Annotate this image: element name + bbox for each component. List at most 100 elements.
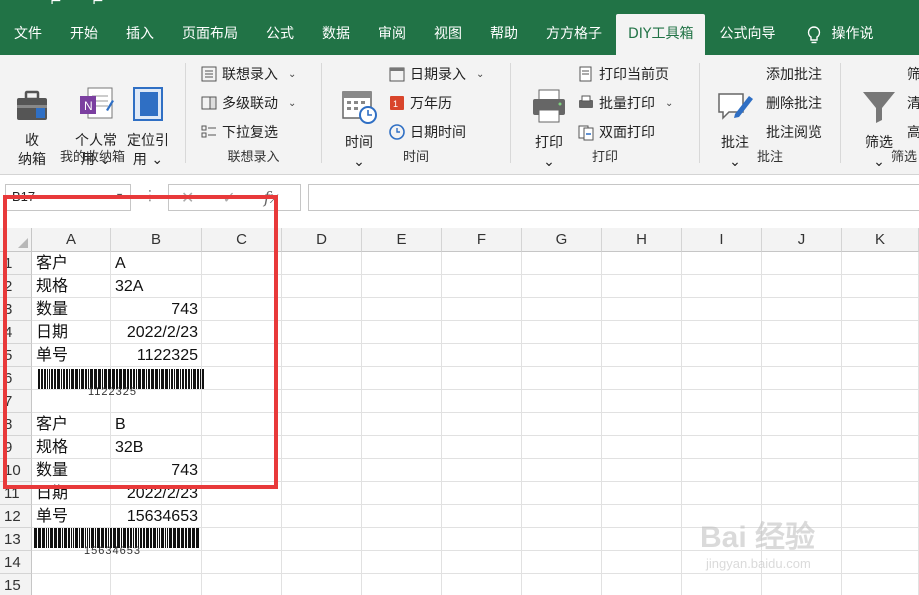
column-header-b[interactable]: B [111,228,202,252]
tab-formula-wizard[interactable]: 公式向导 [705,14,789,55]
cell-b3[interactable]: 743 [111,298,202,321]
quick-access-icon[interactable]: ⌐ [50,0,62,10]
name-box[interactable]: B17 ▼ [5,184,131,211]
cell-a4[interactable]: 日期 [32,321,111,344]
cell-a10[interactable]: 数量 [32,459,111,482]
group-label: 筛选 [891,150,918,165]
tab-data[interactable]: 数据 [308,14,364,55]
multi-link-button[interactable]: 多级联动 ⌄ [200,92,296,114]
batch-print-button[interactable]: 批量打印 ⌄ [577,92,673,114]
row-header-10[interactable]: 10 [0,459,32,482]
column-header-k[interactable]: K [842,228,919,252]
filter-sub-button-1[interactable]: 筛 [907,63,919,85]
row-header-9[interactable]: 9 [0,436,32,459]
row-header-1[interactable]: 1 [0,252,32,275]
barcode-number: 15634653 [84,545,141,557]
print-current-page-button[interactable]: 打印当前页 [577,63,669,85]
filter-sub-button-3[interactable]: 高 [907,121,919,143]
group-my-collection: 收 纳箱 N 个人常 用 ⌄ 定位引 用 ⌄ 我的收纳箱 [0,59,185,171]
duplex-print-button[interactable]: 双面打印 [577,121,655,143]
row-header-5[interactable]: 5 [0,344,32,367]
tab-review[interactable]: 审阅 [364,14,420,55]
tell-me-search[interactable]: 操作说 [789,14,887,55]
cell-a5[interactable]: 单号 [32,344,111,367]
cell-b8[interactable]: B [111,413,202,436]
quick-access-icon[interactable]: ⌐ [92,0,104,10]
cell-b5[interactable]: 1122325 [111,344,202,367]
cell-a1[interactable]: 客户 [32,252,111,275]
date-input-button[interactable]: 日期录入 ⌄ [388,63,484,85]
column-header-e[interactable]: E [362,228,442,252]
tab-page-layout[interactable]: 页面布局 [168,14,252,55]
chevron-down-icon[interactable]: ▼ [115,191,124,201]
chevron-down-icon: ⌄ [288,97,297,109]
row-header-13[interactable]: 13 [0,528,32,551]
column-header-j[interactable]: J [762,228,842,252]
browse-comment-label: 批注阅览 [766,125,822,141]
column-header-f[interactable]: F [442,228,522,252]
cell-b11[interactable]: 2022/2/23 [111,482,202,505]
cell-b10[interactable]: 743 [111,459,202,482]
confirm-icon[interactable]: ✓ [222,188,235,207]
cell-b2[interactable]: 32A [111,275,202,298]
row-header-7[interactable]: 7 [0,390,32,413]
formula-bar: B17 ▼ ⋮ ✕ ✓ fx [0,176,919,228]
column-header-h[interactable]: H [602,228,682,252]
select-all-corner[interactable] [0,228,32,252]
gridline [441,252,442,595]
cancel-icon[interactable]: ✕ [181,188,194,207]
column-header-a[interactable]: A [32,228,111,252]
column-header-i[interactable]: I [682,228,762,252]
row-header-4[interactable]: 4 [0,321,32,344]
cell-b4[interactable]: 2022/2/23 [111,321,202,344]
row-header-12[interactable]: 12 [0,505,32,528]
cell-b12[interactable]: 15634653 [111,505,202,528]
watermark-sub: jingyan.baidu.com [706,556,811,571]
cell-a2[interactable]: 规格 [32,275,111,298]
cell-a8[interactable]: 客户 [32,413,111,436]
group-label: 打印 [591,150,618,165]
tab-home[interactable]: 开始 [56,14,112,55]
column-header-g[interactable]: G [522,228,602,252]
row-header-15[interactable]: 15 [0,574,32,595]
insert-function-icon[interactable]: fx [264,188,279,207]
tab-view[interactable]: 视图 [420,14,476,55]
date-time-button[interactable]: 日期时间 [388,121,466,143]
row-header-6[interactable]: 6 [0,367,32,390]
cell-a12[interactable]: 单号 [32,505,111,528]
list-icon [201,66,217,82]
barcode-number: 1122325 [88,386,138,398]
add-comment-button[interactable]: 添加批注 [766,63,822,85]
batch-print-label: 批量打印 [599,96,655,112]
tab-file[interactable]: 文件 [0,14,56,55]
row-header-11[interactable]: 11 [0,482,32,505]
row-header-8[interactable]: 8 [0,413,32,436]
formula-input[interactable] [308,184,919,211]
browse-comment-button[interactable]: 批注阅览 [766,121,822,143]
row-header-2[interactable]: 2 [0,275,32,298]
dropdown-multi-button[interactable]: 下拉复选 [200,121,278,143]
assoc-input-button[interactable]: 联想录入 ⌄ [200,63,296,85]
cell-a11[interactable]: 日期 [32,482,111,505]
tab-diy-toolbox[interactable]: DIY工具箱 [616,14,706,55]
filter-sub-button-2[interactable]: 清 [907,92,919,114]
tab-formulas[interactable]: 公式 [252,14,308,55]
resize-handle-icon[interactable]: ⋮ [143,188,157,204]
tab-insert[interactable]: 插入 [112,14,168,55]
column-header-d[interactable]: D [282,228,362,252]
group-label: 我的收纳箱 [59,150,125,165]
tab-help[interactable]: 帮助 [476,14,532,55]
group-label: 批注 [756,150,783,165]
tab-fangfang[interactable]: 方方格子 [532,14,616,55]
cell-a3[interactable]: 数量 [32,298,111,321]
column-header-c[interactable]: C [202,228,282,252]
cell-b1[interactable]: A [111,252,202,275]
group-print: 打印 ⌄ 打印当前页 批量打印 ⌄ 双面打印 打印 [511,59,699,171]
cell-b9[interactable]: 32B [111,436,202,459]
row-header-3[interactable]: 3 [0,298,32,321]
dropdown-box-icon [201,96,217,110]
cell-a9[interactable]: 规格 [32,436,111,459]
delete-comment-button[interactable]: 删除批注 [766,92,822,114]
row-header-14[interactable]: 14 [0,551,32,574]
perpetual-calendar-button[interactable]: 1 万年历 [388,92,452,114]
